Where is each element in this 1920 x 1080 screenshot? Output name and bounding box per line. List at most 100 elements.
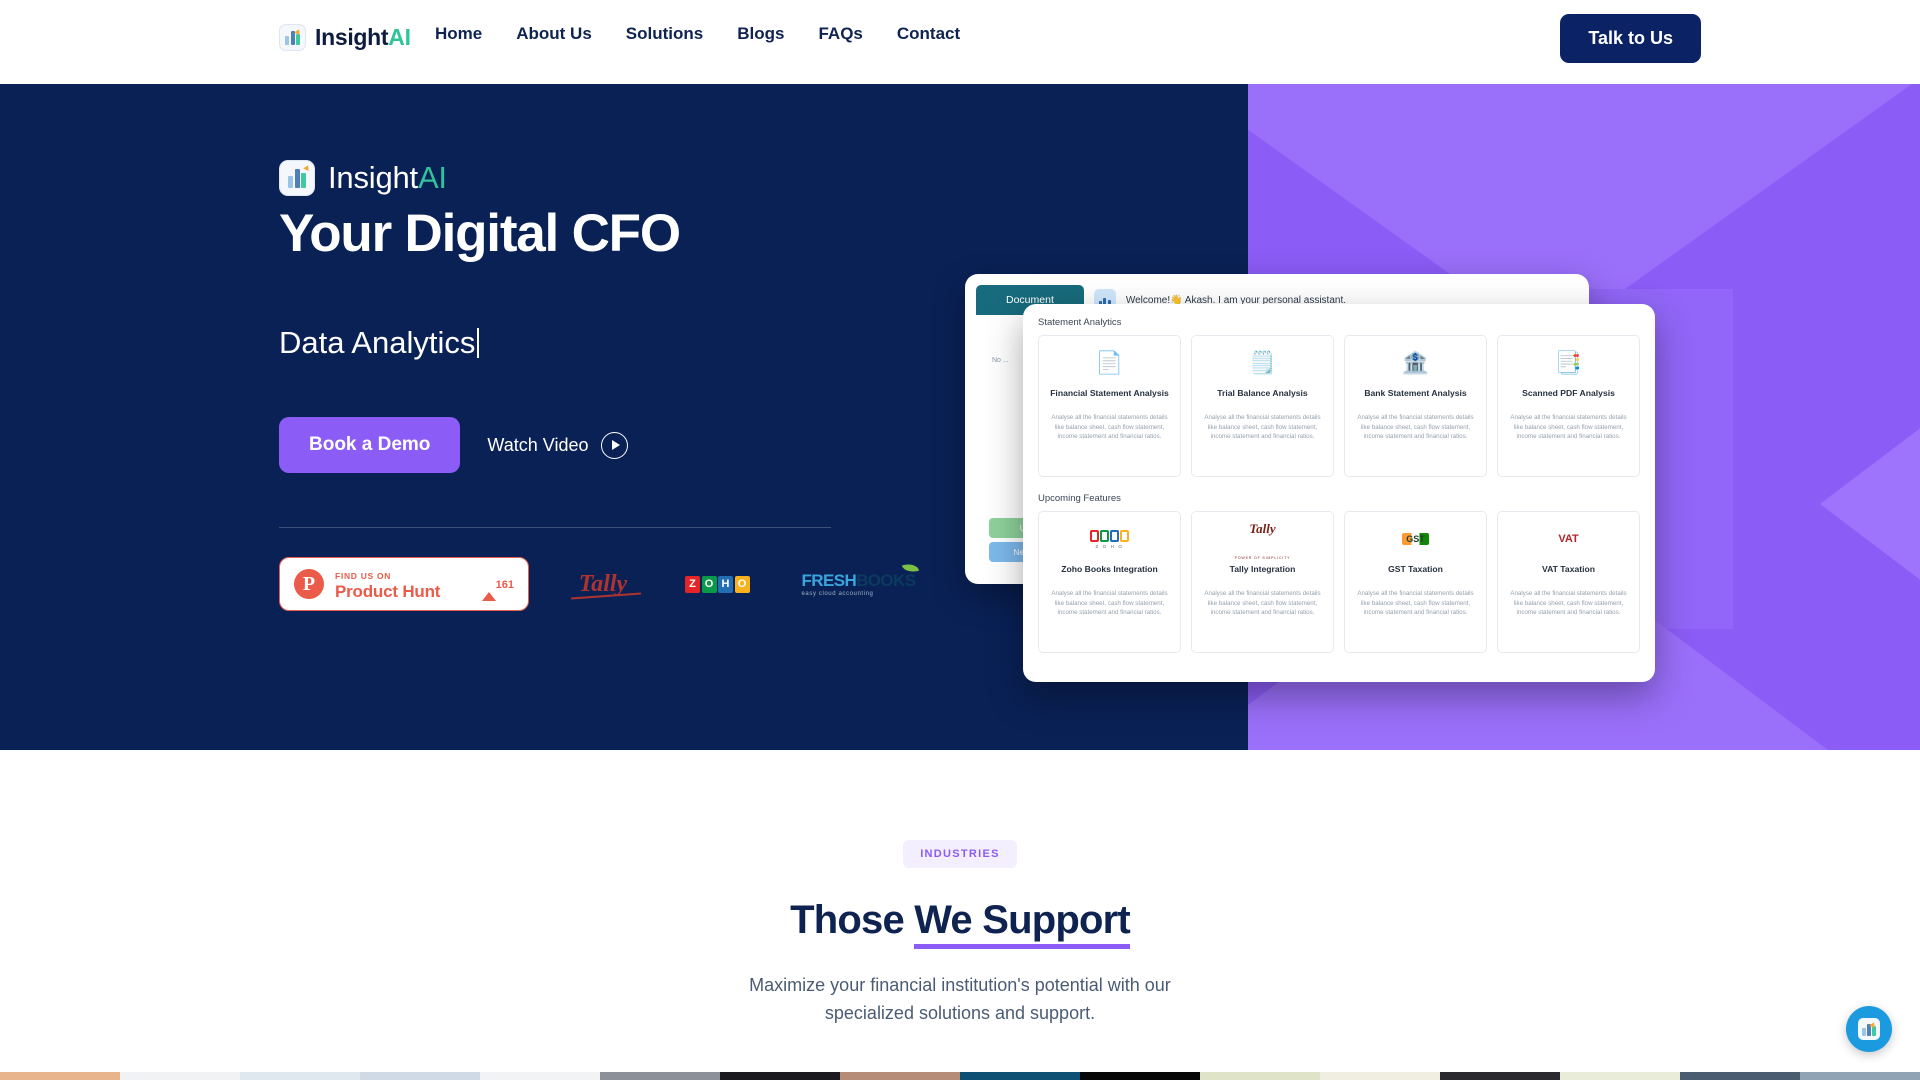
hero-content: InsightAI Your Digital CFO Data Analytic… xyxy=(279,160,920,612)
industries-subtitle: Maximize your financial institution's po… xyxy=(749,975,1171,1023)
mockup-card-title: Scanned PDF Analysis xyxy=(1522,388,1615,398)
strip-image xyxy=(960,1072,1080,1080)
strip-image xyxy=(0,1072,120,1080)
product-hunt-upvote[interactable]: 161 xyxy=(481,575,514,602)
strip-image xyxy=(360,1072,480,1080)
hero-divider xyxy=(279,527,831,529)
zoho-logo-icon: Z O H O xyxy=(685,575,750,593)
mockup-card[interactable]: GST GST Taxation Analyse all the financi… xyxy=(1344,511,1487,653)
product-hunt-eyebrow: FIND US ON xyxy=(335,570,392,581)
hero-typed-value: Data Analytics xyxy=(279,325,476,361)
mockup-statement-cards: 📄 Financial Statement Analysis Analyse a… xyxy=(1038,335,1640,477)
zoho-letter: Z xyxy=(685,575,700,593)
mockup-card[interactable]: Tally POWER OF SIMPLICITY Tally Integrat… xyxy=(1191,511,1334,653)
zoho-logo-icon: Z O H O xyxy=(1090,524,1129,554)
industries-section: INDUSTRIES Those We Support Maximize you… xyxy=(0,750,1920,1028)
mockup-card-desc: Analyse all the financial statements det… xyxy=(1510,590,1627,617)
mockup-card-title: Bank Statement Analysis xyxy=(1364,388,1467,398)
gst-label: GST xyxy=(1402,533,1429,545)
insightai-logo-icon xyxy=(279,24,306,51)
industries-badge: INDUSTRIES xyxy=(903,840,1017,868)
brand-logo[interactable]: InsightAI xyxy=(279,24,411,51)
freshbooks-fresh: FRESH xyxy=(801,570,857,590)
mockup-card-title: VAT Taxation xyxy=(1542,564,1595,574)
product-hunt-badge[interactable]: P FIND US ON Product Hunt 161 xyxy=(279,557,529,612)
strip-image xyxy=(120,1072,240,1080)
product-hunt-text: FIND US ON Product Hunt xyxy=(335,567,471,603)
industries-title-underlined: We Support xyxy=(914,898,1131,949)
product-hunt-icon: P xyxy=(294,569,324,600)
hero-section: InsightAI Your Digital CFO Data Analytic… xyxy=(0,84,1920,750)
mockup-card-title: Trial Balance Analysis xyxy=(1217,388,1308,398)
hero-typewriter-text: Data Analytics xyxy=(279,325,919,361)
hero-brand-name: InsightAI xyxy=(328,160,447,195)
mockup-card[interactable]: 📑 Scanned PDF Analysis Analyse all the f… xyxy=(1497,335,1640,477)
strip-image xyxy=(1800,1072,1920,1080)
talk-to-us-button[interactable]: Talk to Us xyxy=(1560,14,1701,63)
chat-launcher-button[interactable] xyxy=(1846,1006,1892,1052)
brand-name: InsightAI xyxy=(315,24,411,50)
insightai-logo-icon-fab xyxy=(1858,1018,1880,1040)
play-icon xyxy=(601,431,629,459)
industries-title-plain: Those xyxy=(790,898,915,942)
tally-logo-icon: Tally xyxy=(571,571,635,598)
mockup-card-desc: Analyse all the financial statements det… xyxy=(1051,414,1168,441)
mockup-spacer xyxy=(1038,477,1640,493)
vat-logo-icon: VAT xyxy=(1558,524,1578,554)
watch-video-button[interactable]: Watch Video xyxy=(487,431,629,459)
vat-label: VAT xyxy=(1558,533,1579,545)
strip-image xyxy=(720,1072,840,1080)
mockup-card[interactable]: 🗒️ Trial Balance Analysis Analyse all th… xyxy=(1191,335,1334,477)
nav-item-blogs[interactable]: Blogs xyxy=(737,24,784,44)
typing-caret-icon xyxy=(477,328,480,359)
mockup-card[interactable]: VAT VAT Taxation Analyse all the financi… xyxy=(1497,511,1640,653)
upvote-arrow-icon xyxy=(481,575,496,602)
mockup-section-title-statement: Statement Analytics xyxy=(1038,317,1122,328)
mockup-card-desc: Analyse all the financial statements det… xyxy=(1357,590,1474,617)
trial-balance-icon: 🗒️ xyxy=(1248,350,1277,375)
mockup-front-panel: Statement Analytics 📄 Financial Statemen… xyxy=(1023,304,1655,682)
bank-statement-icon: 🏦 xyxy=(1401,350,1430,375)
mockup-card-desc: Analyse all the financial statements det… xyxy=(1204,414,1321,441)
product-hunt-title: Product Hunt xyxy=(335,582,441,602)
hero-title: Your Digital CFO xyxy=(279,204,681,263)
strip-image xyxy=(600,1072,720,1080)
tally-logo-icon: Tally POWER OF SIMPLICITY xyxy=(1235,521,1291,560)
nav-item-solutions[interactable]: Solutions xyxy=(626,24,703,44)
mockup-card[interactable]: Z O H O Zoho Books Integration Analyse a… xyxy=(1038,511,1181,653)
gst-logo-icon: GST xyxy=(1402,524,1429,554)
hero-brand: InsightAI xyxy=(279,160,919,196)
industries-title: Those We Support xyxy=(0,898,1920,949)
strip-image xyxy=(840,1072,960,1080)
mockup-section-title-upcoming: Upcoming Features xyxy=(1038,493,1121,504)
freshbooks-books: BOOKS xyxy=(856,570,916,590)
mockup-card-desc: Analyse all the financial statements det… xyxy=(1510,414,1627,441)
mockup-card-desc: Analyse all the financial statements det… xyxy=(1204,590,1321,617)
mockup-card[interactable]: 🏦 Bank Statement Analysis Analyse all th… xyxy=(1344,335,1487,477)
nav-links: Home About Us Solutions Blogs FAQs Conta… xyxy=(435,24,960,44)
product-hunt-count: 161 xyxy=(495,579,514,592)
mockup-upcoming-cards: Z O H O Zoho Books Integration Analyse a… xyxy=(1038,511,1640,653)
strip-image xyxy=(1440,1072,1560,1080)
mockup-card-desc: Analyse all the financial statements det… xyxy=(1051,590,1168,617)
strip-image xyxy=(480,1072,600,1080)
top-navbar: InsightAI Home About Us Solutions Blogs … xyxy=(0,0,1920,84)
mockup-card-title: Financial Statement Analysis xyxy=(1050,388,1169,398)
tally-wordmark: Tally xyxy=(1249,521,1276,536)
zoho-caption: Z O H O xyxy=(1095,543,1124,549)
strip-image xyxy=(1080,1072,1200,1080)
mockup-card[interactable]: 📄 Financial Statement Analysis Analyse a… xyxy=(1038,335,1181,477)
nav-item-contact[interactable]: Contact xyxy=(897,24,960,44)
dashboard-mockup: Document Welcome!👋 Akash. I am your pers… xyxy=(965,194,1655,694)
nav-item-faqs[interactable]: FAQs xyxy=(818,24,862,44)
hero-cta-group: Book a Demo Watch Video xyxy=(279,417,919,474)
nav-item-home[interactable]: Home xyxy=(435,24,482,44)
nav-item-about-us[interactable]: About Us xyxy=(516,24,592,44)
mockup-card-desc: Analyse all the financial statements det… xyxy=(1357,414,1474,441)
industry-image-strip xyxy=(0,1072,1920,1080)
zoho-letter: O xyxy=(734,575,750,593)
freshbooks-tagline: easy cloud accounting xyxy=(801,590,874,597)
hero-partner-logos: P FIND US ON Product Hunt 161 Tally Z O … xyxy=(279,557,920,612)
book-a-demo-button[interactable]: Book a Demo xyxy=(279,417,461,474)
strip-image xyxy=(1680,1072,1800,1080)
